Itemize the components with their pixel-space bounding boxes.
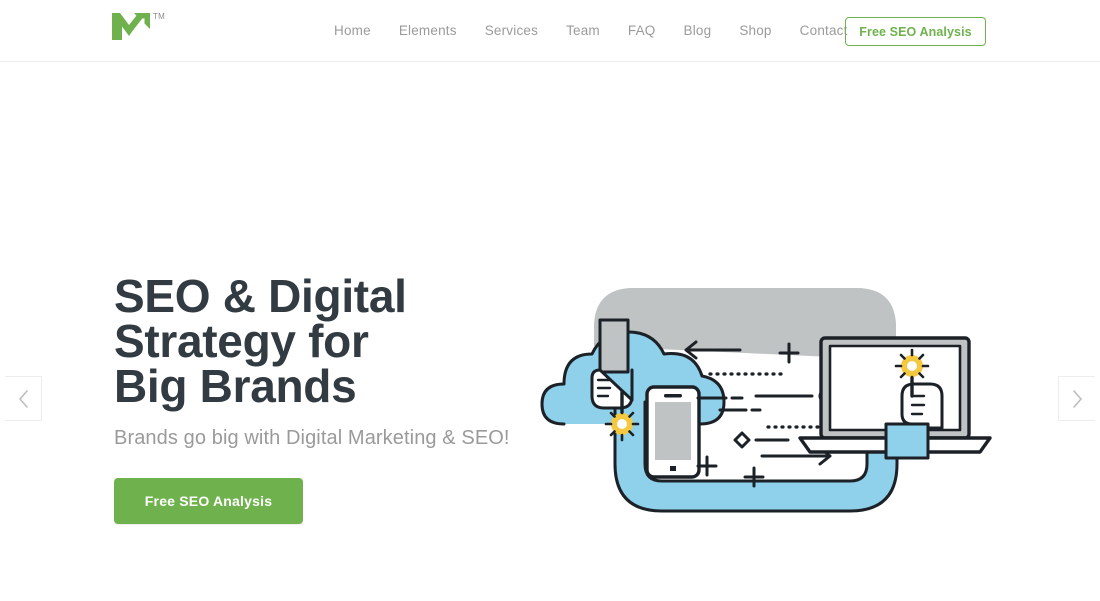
carousel-prev-button[interactable]: [5, 376, 42, 421]
nav-item-home[interactable]: Home: [320, 0, 385, 62]
chevron-left-icon: [18, 389, 29, 408]
nav-item-elements[interactable]: Elements: [385, 0, 471, 62]
nav-item-shop[interactable]: Shop: [725, 0, 785, 62]
chevron-right-icon: [1072, 389, 1083, 408]
seo-devices-illustration: [534, 284, 1004, 516]
nav-item-services[interactable]: Services: [471, 0, 552, 62]
hero-subtitle: Brands go big with Digital Marketing & S…: [114, 427, 510, 449]
site-header: TM Home Elements Services Team FAQ Blog …: [0, 0, 1100, 62]
brand-logo[interactable]: TM: [110, 11, 165, 46]
header-free-seo-analysis-button[interactable]: Free SEO Analysis: [845, 17, 986, 46]
nav-item-blog[interactable]: Blog: [669, 0, 725, 62]
hero-title: SEO & Digital Strategy for Big Brands: [114, 270, 407, 412]
nav-item-team[interactable]: Team: [552, 0, 614, 62]
nav-item-faq[interactable]: FAQ: [614, 0, 670, 62]
hero-copy-block: SEO & Digital Strategy for Big Brands Br…: [114, 270, 534, 524]
hero-free-seo-analysis-button[interactable]: Free SEO Analysis: [114, 478, 303, 524]
m-arrow-logo-icon: [110, 11, 152, 46]
hero-slider: SEO & Digital Strategy for Big Brands Br…: [0, 62, 1100, 601]
carousel-next-button[interactable]: [1058, 376, 1095, 421]
main-navigation: Home Elements Services Team FAQ Blog Sho…: [320, 0, 862, 62]
trademark-label: TM: [153, 12, 166, 21]
